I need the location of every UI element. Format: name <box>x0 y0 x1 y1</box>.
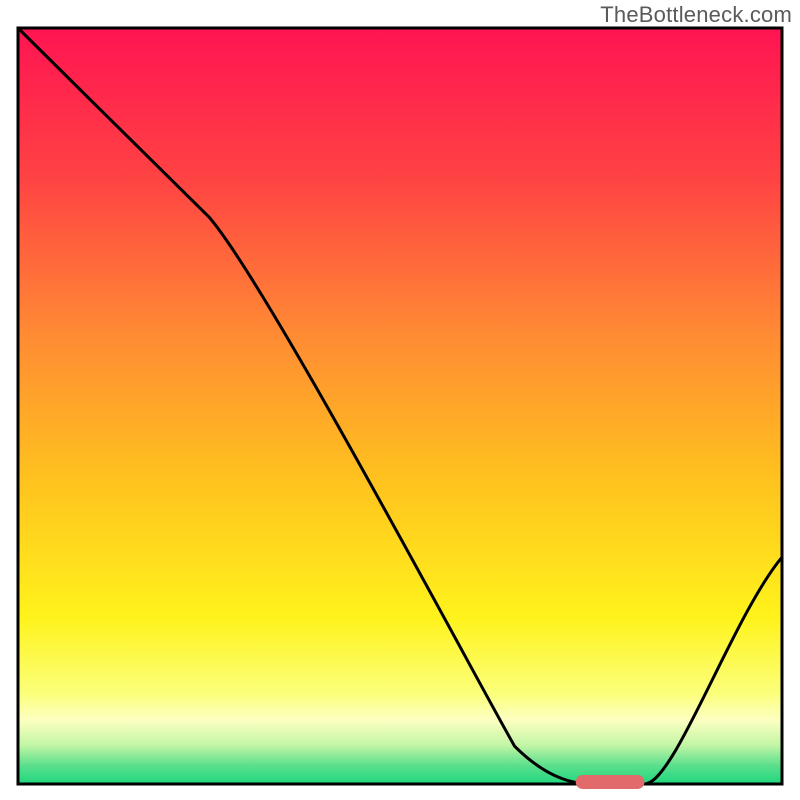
optimal-range-marker <box>576 775 645 789</box>
chart-container: TheBottleneck.com <box>0 0 800 800</box>
bottleneck-chart <box>0 0 800 800</box>
watermark-text: TheBottleneck.com <box>600 2 792 28</box>
